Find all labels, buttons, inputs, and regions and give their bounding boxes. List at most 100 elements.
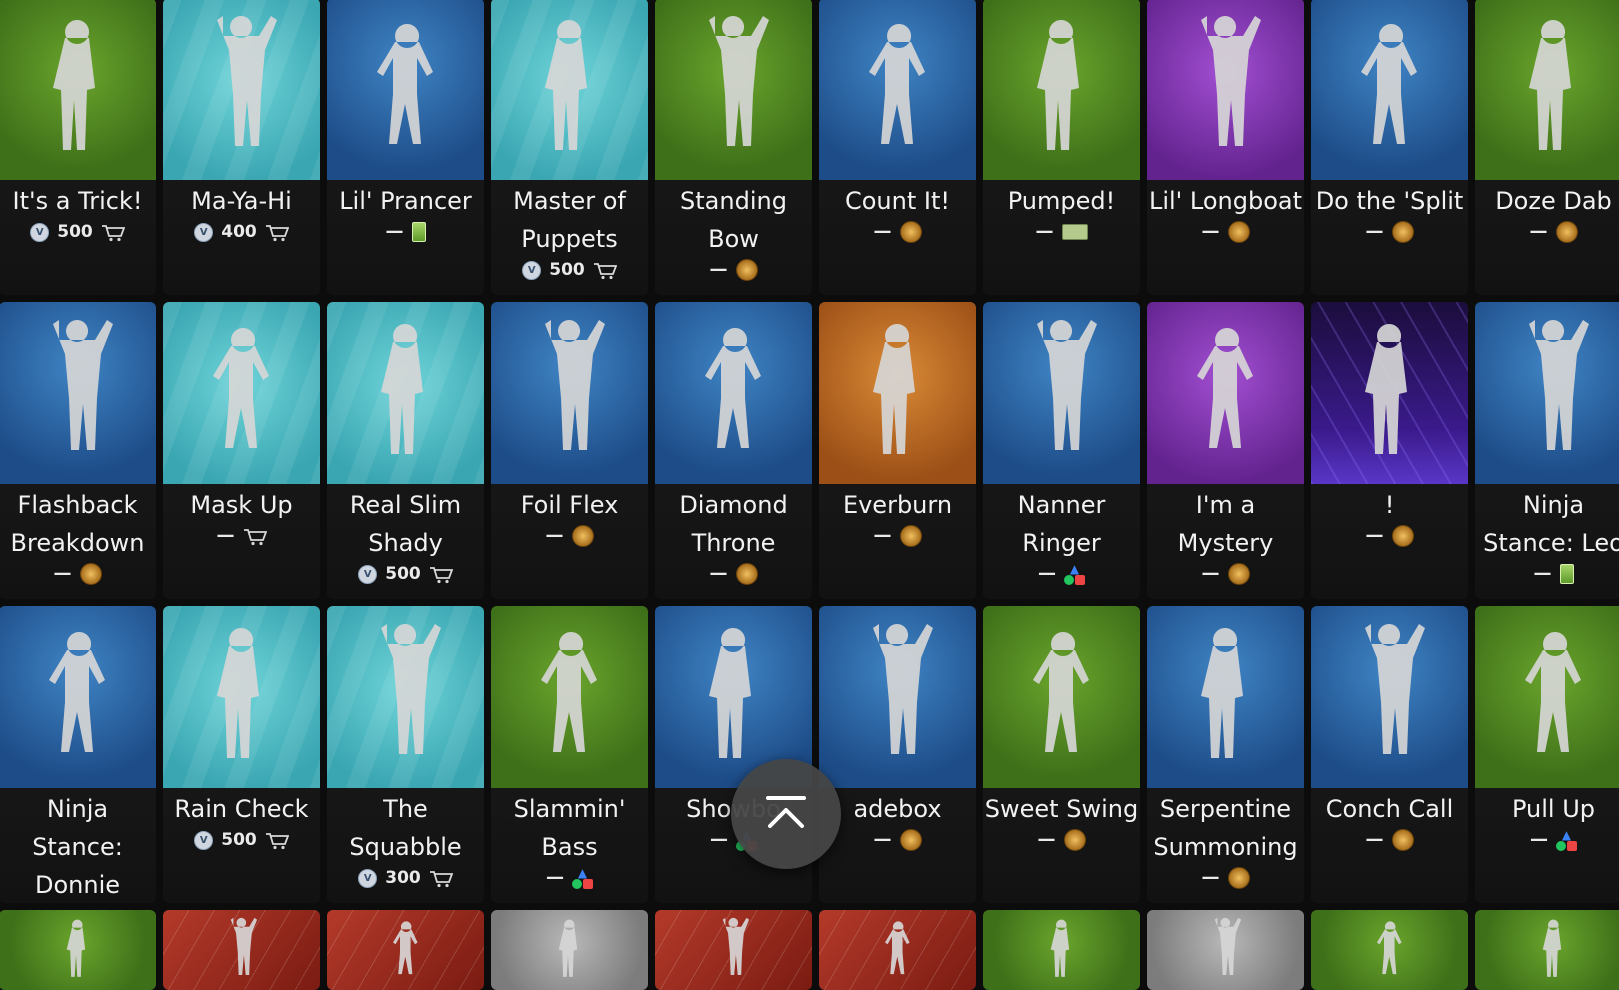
- emote-artwork: [491, 606, 648, 788]
- emote-card[interactable]: The Squabble V 300: [327, 606, 484, 903]
- emote-card[interactable]: Doze Dab —: [1475, 0, 1619, 295]
- emote-meta: —: [0, 562, 156, 586]
- emote-artwork: [0, 606, 156, 788]
- emote-meta: —: [1475, 220, 1619, 244]
- emote-card[interactable]: [655, 910, 812, 990]
- emote-card[interactable]: [1311, 910, 1468, 990]
- emote-silhouette: [722, 917, 750, 976]
- emote-card[interactable]: [983, 910, 1140, 990]
- vbucks-icon: V: [358, 564, 378, 584]
- emote-card[interactable]: [327, 910, 484, 990]
- emote-price: 500: [221, 830, 257, 850]
- emote-card[interactable]: Standing Bow —: [655, 0, 812, 295]
- emote-card[interactable]: Lil' Prancer —: [327, 0, 484, 295]
- emote-card[interactable]: Real Slim Shady V 500: [327, 302, 484, 599]
- emote-card[interactable]: Rain Check V 500: [163, 606, 320, 903]
- emote-card[interactable]: [0, 910, 156, 990]
- scroll-to-top-button[interactable]: [731, 759, 841, 869]
- emote-artwork: [1311, 0, 1468, 180]
- battle-pass-icon: [899, 221, 922, 243]
- emote-price: —: [1035, 221, 1054, 242]
- emote-meta: V 500: [491, 258, 648, 282]
- emote-card[interactable]: It's a Trick! V 500: [0, 0, 156, 295]
- emote-silhouette: [705, 328, 761, 448]
- shopping-cart-icon: [243, 528, 267, 546]
- emote-card[interactable]: [1147, 910, 1304, 990]
- emote-card[interactable]: Lil' Longboat —: [1147, 0, 1304, 295]
- emote-artwork: [163, 910, 320, 990]
- emote-price: 500: [385, 564, 421, 584]
- emote-card[interactable]: Sweet Swing —: [983, 606, 1140, 903]
- emote-silhouette: [1376, 921, 1402, 975]
- emote-card[interactable]: Master of Puppets V 500: [491, 0, 648, 295]
- emote-card[interactable]: Everburn —: [819, 302, 976, 599]
- emote-card[interactable]: Serpentine Summoning —: [1147, 606, 1304, 903]
- emote-price: —: [1533, 563, 1552, 584]
- emote-meta: —▲: [983, 562, 1140, 586]
- emote-card[interactable]: Nanner Ringer — ▲: [983, 302, 1140, 599]
- emote-name: Rain Check V 500: [163, 788, 320, 852]
- emote-name-label: Ninja Stance: Donnie: [32, 795, 123, 899]
- emote-name: I'm a Mystery —: [1147, 484, 1304, 586]
- battle-pass-icon: [1063, 829, 1086, 851]
- emote-artwork: [1311, 302, 1468, 484]
- emote-meta: —: [1147, 220, 1304, 244]
- emote-name: Ninja Stance: Leo —: [1475, 484, 1619, 586]
- emote-name: Doze Dab —: [1475, 180, 1619, 244]
- emote-card[interactable]: Mask Up —: [163, 302, 320, 599]
- emote-card[interactable]: Diamond Throne —: [655, 302, 812, 599]
- emote-name: Lil' Longboat —: [1147, 180, 1304, 244]
- shopping-cart-icon: [429, 566, 454, 584]
- emote-silhouette: [1365, 324, 1407, 454]
- emote-name: Do the 'Split —: [1311, 180, 1468, 244]
- emote-artwork: [1311, 910, 1468, 990]
- emote-card[interactable]: Ninja Stance: Donnie—: [0, 606, 156, 903]
- emote-card[interactable]: Foil Flex —: [491, 302, 648, 599]
- emote-name-label: Foil Flex: [520, 491, 619, 519]
- emote-silhouette: [558, 919, 578, 977]
- emote-artwork: [327, 910, 484, 990]
- emote-artwork: [163, 302, 320, 484]
- emote-card[interactable]: [1475, 910, 1619, 990]
- emote-silhouette: [1361, 24, 1417, 144]
- emote-card[interactable]: Count It! —: [819, 0, 976, 295]
- emote-artwork: [819, 302, 976, 484]
- emote-card[interactable]: ! —: [1311, 302, 1468, 599]
- emote-price: —: [873, 829, 892, 850]
- emote-name-label: It's a Trick!: [12, 187, 143, 215]
- emote-card[interactable]: Flashback Breakdown —: [0, 302, 156, 599]
- emote-silhouette: [49, 632, 105, 752]
- battle-pass-icon: [1227, 221, 1250, 243]
- emote-price: —: [1201, 563, 1220, 584]
- emote-card[interactable]: Ninja Stance: Leo —: [1475, 302, 1619, 599]
- emote-meta: —▲: [491, 866, 648, 890]
- emote-meta: V 500: [163, 828, 320, 852]
- emote-artwork: [655, 910, 812, 990]
- emote-card[interactable]: Pumped! —: [983, 0, 1140, 295]
- emote-card[interactable]: I'm a Mystery —: [1147, 302, 1304, 599]
- emote-card[interactable]: [491, 910, 648, 990]
- emote-name: Ninja Stance: Donnie—: [0, 788, 156, 903]
- emote-card[interactable]: [819, 910, 976, 990]
- emote-meta: —: [1147, 866, 1304, 890]
- emote-card[interactable]: [163, 910, 320, 990]
- emote-card[interactable]: Ma-Ya-Hi V 400: [163, 0, 320, 295]
- emote-card[interactable]: Pull Up — ▲: [1475, 606, 1619, 903]
- emote-card[interactable]: Conch Call —: [1311, 606, 1468, 903]
- emote-card[interactable]: Do the 'Split —: [1311, 0, 1468, 295]
- emote-name: Nanner Ringer — ▲: [983, 484, 1140, 586]
- emote-price: —: [1037, 829, 1056, 850]
- emote-silhouette: [545, 20, 587, 150]
- emote-name: It's a Trick! V 500: [0, 180, 156, 244]
- emote-silhouette: [1214, 917, 1242, 976]
- platform-exclusive-icon: ▲: [572, 867, 593, 889]
- emote-price: 400: [221, 222, 257, 242]
- emote-card[interactable]: adebox —: [819, 606, 976, 903]
- emote-card[interactable]: Slammin' Bass — ▲: [491, 606, 648, 903]
- emote-price: 500: [57, 222, 93, 242]
- battle-pass-icon: [899, 829, 922, 851]
- shopping-cart-icon: [429, 870, 454, 888]
- emote-price: —: [709, 259, 728, 280]
- emote-price: —: [1530, 829, 1548, 850]
- emote-meta: —: [655, 562, 812, 586]
